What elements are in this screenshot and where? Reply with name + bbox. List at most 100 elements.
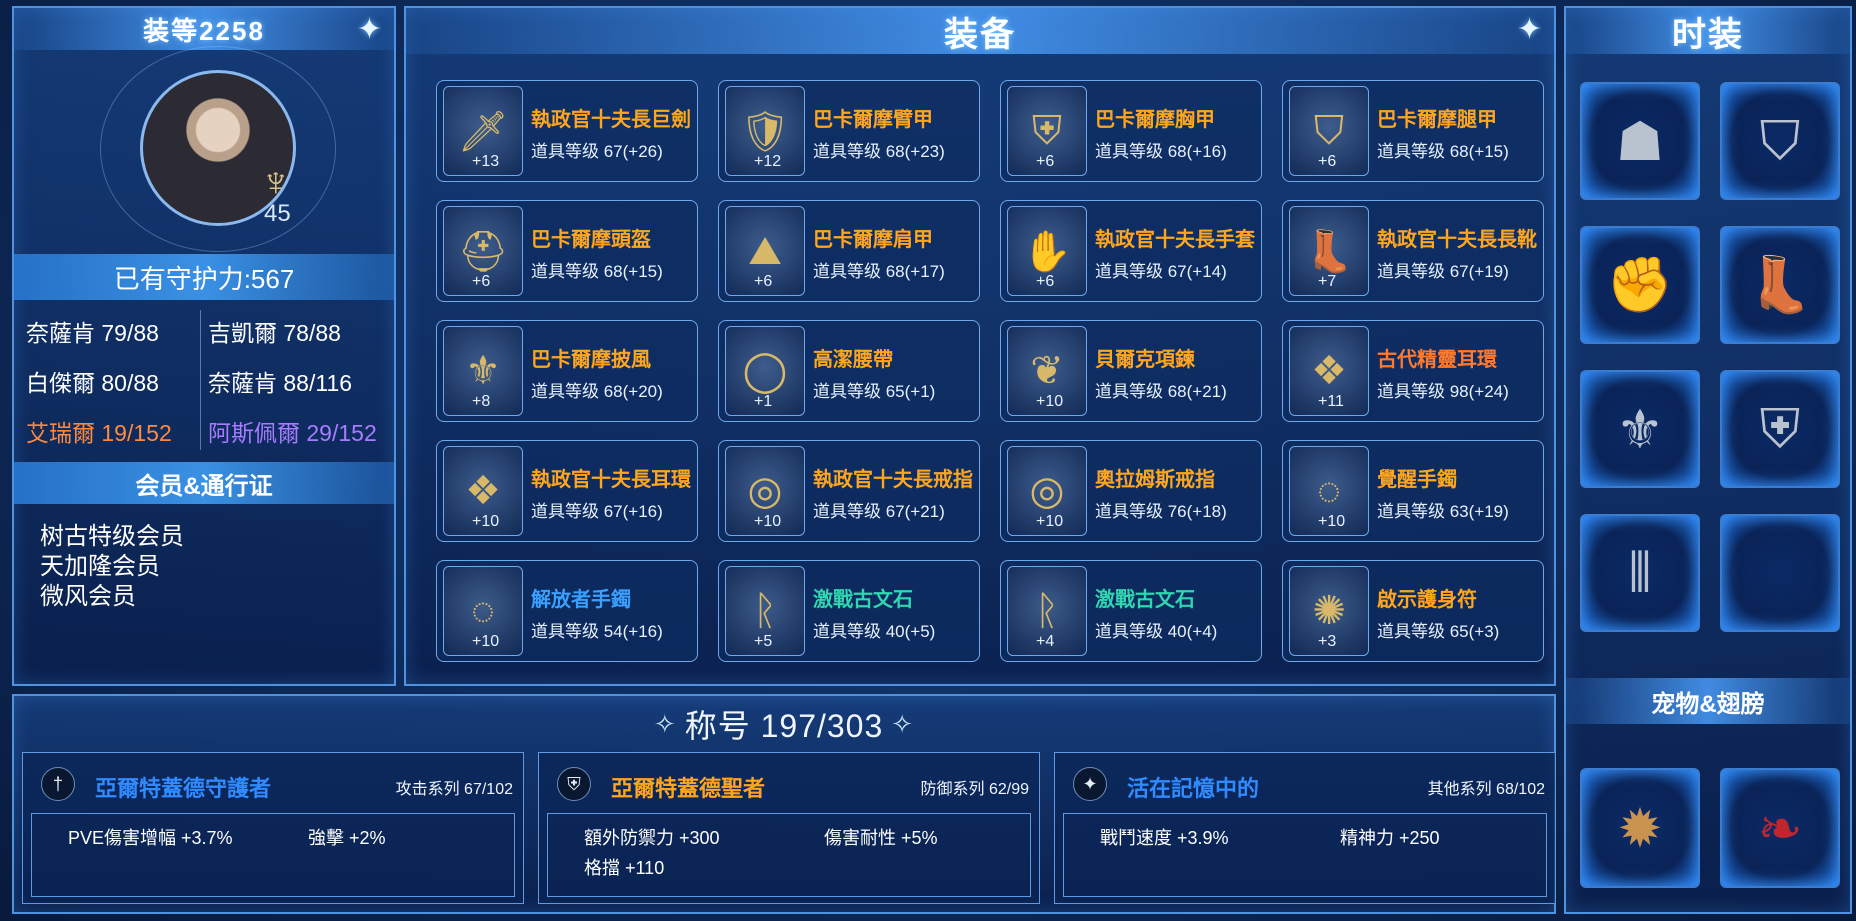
gear-score: 装等2258	[143, 15, 265, 46]
enhancement-level: +3	[1318, 633, 1337, 650]
arrow-right-icon: ✧	[891, 708, 915, 739]
item-name: 古代精靈耳環	[1377, 349, 1497, 371]
stat-item: 奈薩肯 79/88	[26, 320, 159, 346]
avatar-area: ♆ 45	[14, 46, 394, 252]
equipment-slot[interactable]: ✋ +6 執政官十夫長手套 道具等级 67(+14)	[1000, 200, 1262, 302]
title-card[interactable]: ✦ 活在記憶中的 其他系列 68/102 戰鬥速度 +3.9% 精神力 +250	[1054, 752, 1556, 904]
title-card[interactable]: † 亞爾特蓋德守護者 攻击系列 67/102 PVE傷害增幅 +3.7% 強擊 +2%	[22, 752, 524, 904]
item-name: 執政官十夫長耳環	[531, 469, 691, 491]
enhancement-level: +7	[1318, 273, 1337, 290]
equipment-slot[interactable]: ⛑ +6 巴卡爾摩頭盔 道具等级 68(+15)	[436, 200, 698, 302]
fashion-slot-empty[interactable]	[1720, 514, 1840, 632]
equipment-slot[interactable]: ⛰ +6 巴卡爾摩肩甲 道具等级 68(+17)	[718, 200, 980, 302]
item-level: 道具等级 68(+16)	[1095, 142, 1227, 161]
wings-slot[interactable]: ❧	[1720, 768, 1840, 888]
fashion-slot[interactable]: ✊	[1580, 226, 1700, 344]
item-level: 道具等级 40(+5)	[813, 622, 936, 641]
title-attribute: 格擋 +110	[584, 858, 665, 878]
stat-item: 艾瑞爾 19/152	[26, 420, 172, 446]
item-level: 道具等级 40(+4)	[1095, 622, 1218, 641]
item-name: 覺醒手鐲	[1377, 469, 1457, 491]
fashion-header: 时装	[1566, 8, 1850, 54]
stat-item: 吉凱爾 78/88	[208, 320, 341, 346]
equipment-slot[interactable]: 👢 +7 執政官十夫長長靴 道具等级 67(+19)	[1282, 200, 1544, 302]
item-level: 道具等级 68(+21)	[1095, 382, 1227, 401]
gloves-icon: ✋ +6	[1007, 206, 1087, 296]
pet-slot[interactable]: ✹	[1580, 768, 1700, 888]
enhancement-level: +8	[472, 393, 491, 410]
item-name: 巴卡爾摩肩甲	[813, 229, 933, 251]
guard-power: 已有守护力:567	[113, 263, 295, 294]
helmet-icon: ⛑ +6	[443, 206, 523, 296]
item-name: 巴卡爾摩披風	[531, 349, 651, 371]
guard-power-bar: 已有守护力:567	[14, 254, 394, 300]
necklace-icon: ❦ +10	[1007, 326, 1087, 416]
ring-icon: ◎ +10	[1007, 446, 1087, 536]
fashion-slot[interactable]: ⛉	[1720, 82, 1840, 200]
fashion-slot[interactable]: ☗	[1580, 82, 1700, 200]
pet-wings-header: 宠物&翅膀	[1566, 678, 1850, 724]
rune-stone-icon: ᚱ +4	[1007, 566, 1087, 656]
equipment-slot[interactable]: ◯ +1 高潔腰帶 道具等级 65(+1)	[718, 320, 980, 422]
membership-item: 天加隆会员	[40, 553, 160, 580]
sword-icon: †	[41, 767, 75, 801]
chest-armor-icon: ⛨ +6	[1007, 86, 1087, 176]
equipment-slot[interactable]: ◌ +10 覺醒手鐲 道具等级 63(+19)	[1282, 440, 1544, 542]
shoulder-guard-icon: ⛉	[1759, 110, 1801, 171]
equipment-slot[interactable]: ᚱ +5 激戰古文石 道具等级 40(+5)	[718, 560, 980, 662]
item-name: 解放者手鐲	[531, 589, 631, 611]
equipment-slot[interactable]: ᚱ +4 激戰古文石 道具等级 40(+4)	[1000, 560, 1262, 662]
character-panel: 装等2258 ✦ ♆ 45 已有守护力:567 奈薩肯 79/88 吉凱爾 78…	[12, 6, 396, 686]
fashion-slot[interactable]: 👢	[1720, 226, 1840, 344]
title-name: 亞爾特蓋德守護者	[95, 776, 272, 801]
title-card[interactable]: ⛨ 亞爾特蓋德聖者 防御系列 62/99 額外防禦力 +300 傷害耐性 +5% 格擋 +…	[538, 752, 1040, 904]
cape-icon: ⚜ +8	[443, 326, 523, 416]
sparkle-icon: ✦	[356, 13, 384, 46]
fashion-panel: 时装 ☗ ⛉ ✊ 👢 ⚜ ⛨ ⫴ 宠物&翅膀 ✹ ❧	[1564, 6, 1852, 914]
item-name: 奧拉姆斯戒指	[1095, 469, 1215, 491]
titles-panel: ✧ 称号 197/303 ✧ † 亞爾特蓋德守護者 攻击系列 67/102 PVE傷害…	[12, 694, 1556, 914]
title-name: 活在記憶中的	[1127, 776, 1260, 801]
item-level: 道具等级 98(+24)	[1377, 382, 1509, 401]
belt-icon: ◯ +1	[725, 326, 805, 416]
item-level: 道具等级 54(+16)	[531, 622, 663, 641]
title-series: 攻击系列 67/102	[395, 781, 513, 798]
jacket-icon: ⛨	[1759, 398, 1801, 459]
wings-icon: ❧	[1757, 798, 1803, 859]
fashion-slot[interactable]: ⛨	[1720, 370, 1840, 488]
fashion-slot[interactable]: ⫴	[1580, 514, 1700, 632]
equipment-slot[interactable]: 🛡 +12 巴卡爾摩臂甲 道具等级 68(+23)	[718, 80, 980, 182]
earring-icon: ❖ +11	[1289, 326, 1369, 416]
equipment-slot[interactable]: ⚜ +8 巴卡爾摩披風 道具等级 68(+20)	[436, 320, 698, 422]
stat-item: 阿斯佩爾 29/152	[208, 420, 377, 446]
item-level: 道具等级 63(+19)	[1377, 502, 1509, 521]
earring-icon: ❖ +10	[443, 446, 523, 536]
vambrace-icon: 🛡 +12	[725, 86, 805, 176]
enhancement-level: +10	[472, 633, 500, 650]
equipment-slot[interactable]: ⛉ +6 巴卡爾摩腿甲 道具等级 68(+15)	[1282, 80, 1544, 182]
item-level: 道具等级 68(+23)	[813, 142, 945, 161]
item-name: 執政官十夫長手套	[1095, 229, 1255, 251]
enhancement-level: +12	[754, 153, 782, 170]
title-attributes: PVE傷害增幅 +3.7% 強擊 +2%	[31, 813, 515, 897]
equipment-slot[interactable]: 🗡 +13 執政官十夫長巨劍 道具等级 67(+26)	[436, 80, 698, 182]
equipment-slot[interactable]: ✺ +3 啟示護身符 道具等级 65(+3)	[1282, 560, 1544, 662]
equipment-slot[interactable]: ❦ +10 貝爾克項鍊 道具等级 68(+21)	[1000, 320, 1262, 422]
enhancement-level: +6	[1036, 153, 1055, 170]
equipment-slot[interactable]: ❖ +10 執政官十夫長耳環 道具等级 67(+16)	[436, 440, 698, 542]
equipment-slot[interactable]: ◎ +10 執政官十夫長戒指 道具等级 67(+21)	[718, 440, 980, 542]
equipment-header: 装备 ✦	[406, 8, 1554, 54]
sparkle-icon: ✦	[1516, 13, 1544, 46]
amulet-icon: ✺ +3	[1289, 566, 1369, 656]
enhancement-level: +6	[1036, 273, 1055, 290]
equipment-slot[interactable]: ◌ +10 解放者手鐲 道具等级 54(+16)	[436, 560, 698, 662]
fashion-grid: ☗ ⛉ ✊ 👢 ⚜ ⛨ ⫴	[1580, 82, 1840, 776]
fashion-slot[interactable]: ⚜	[1580, 370, 1700, 488]
equipment-slot[interactable]: ◎ +10 奧拉姆斯戒指 道具等级 76(+18)	[1000, 440, 1262, 542]
item-name: 巴卡爾摩胸甲	[1095, 109, 1215, 131]
enhancement-level: +4	[1036, 633, 1055, 650]
equipment-slot[interactable]: ⛨ +6 巴卡爾摩胸甲 道具等级 68(+16)	[1000, 80, 1262, 182]
equipment-slot[interactable]: ❖ +11 古代精靈耳環 道具等级 98(+24)	[1282, 320, 1544, 422]
shield-icon: ⛨	[557, 767, 591, 801]
leg-armor-icon: ⛉ +6	[1289, 86, 1369, 176]
